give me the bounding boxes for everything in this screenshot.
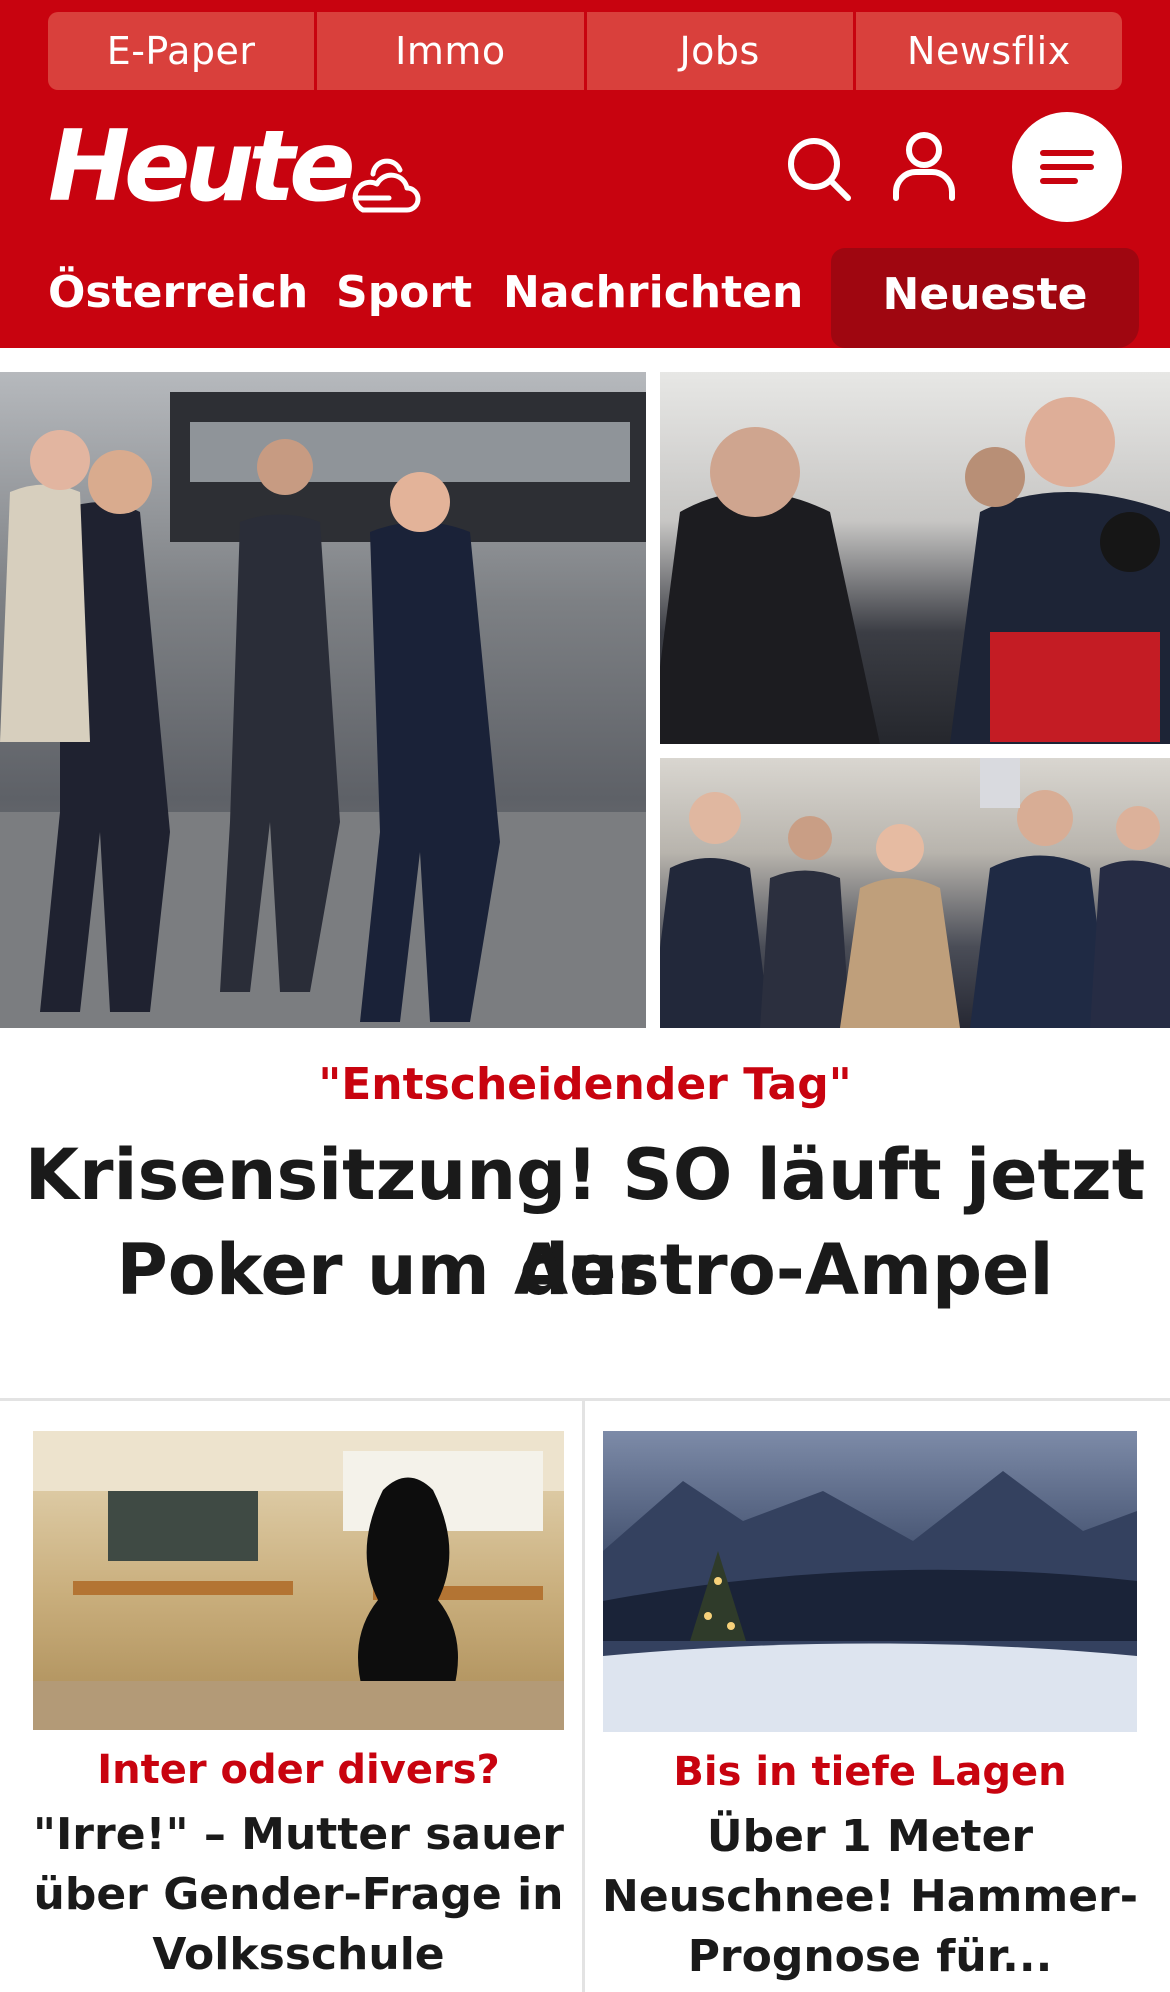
- menu-button[interactable]: [1012, 112, 1122, 222]
- nav-item-sport[interactable]: Sport: [336, 266, 472, 320]
- teaser-left-title-line-2[interactable]: über Gender-Frage in: [10, 1865, 587, 1925]
- teaser-right-kicker[interactable]: Bis in tiefe Lagen: [603, 1747, 1137, 1797]
- section-nav: Österreich Sport Nachrichten Neueste: [0, 242, 1170, 348]
- snowy-mountain-village-photo: [603, 1471, 1137, 1732]
- teaser-right-title-line-1[interactable]: Über 1 Meter: [595, 1807, 1145, 1867]
- section-divider: [0, 1398, 1170, 1401]
- politicians-walking-photo: [0, 392, 646, 1028]
- teaser-right-title-line-2[interactable]: Neuschnee! Hammer-: [595, 1867, 1145, 1927]
- hero-headline-line-2[interactable]: Poker um Austro-Ampel: [0, 1223, 1170, 1318]
- politicians-press-microphone-photo: [660, 397, 1170, 744]
- teaser-image-right[interactable]: [603, 1431, 1137, 1732]
- classroom-silhouette-photo: [33, 1431, 564, 1730]
- nav-item-neueste-label: Neueste: [882, 269, 1088, 320]
- teaser-image-left[interactable]: [33, 1431, 564, 1730]
- cloud-sun-icon[interactable]: [345, 150, 425, 220]
- nav-item-nachrichten[interactable]: Nachrichten: [503, 266, 803, 320]
- politicians-group-walking-photo: [660, 758, 1170, 1028]
- quicklink-immo[interactable]: Immo: [317, 12, 587, 90]
- site-header: E-Paper Immo Jobs Newsflix Heute Österre…: [0, 0, 1170, 348]
- hamburger-menu-icon: [1040, 150, 1094, 184]
- hero-image-main[interactable]: [0, 372, 646, 1028]
- heute-logo[interactable]: Heute: [48, 118, 356, 216]
- quicklinks-bar: E-Paper Immo Jobs Newsflix: [48, 12, 1122, 90]
- teaser-left-title-line-1[interactable]: "Irre!" – Mutter sauer: [10, 1805, 587, 1865]
- teaser-left-kicker[interactable]: Inter oder divers?: [33, 1745, 564, 1795]
- quicklink-epaper[interactable]: E-Paper: [48, 12, 318, 90]
- nav-item-oesterreich[interactable]: Österreich: [48, 266, 308, 320]
- nav-item-neueste[interactable]: Neueste: [831, 248, 1139, 348]
- hero-image-top-right[interactable]: [660, 372, 1170, 744]
- quicklink-newsflix[interactable]: Newsflix: [855, 12, 1122, 90]
- hero-image-bottom-right[interactable]: [660, 758, 1170, 1028]
- search-icon[interactable]: [784, 134, 854, 204]
- teaser-left-title-line-3[interactable]: Volksschule: [10, 1925, 587, 1985]
- teaser-right-title-line-3[interactable]: Prognose für...: [595, 1927, 1145, 1987]
- quicklink-jobs[interactable]: Jobs: [586, 12, 856, 90]
- user-icon[interactable]: [890, 130, 958, 202]
- hero-kicker[interactable]: "Entscheidender Tag": [0, 1058, 1170, 1112]
